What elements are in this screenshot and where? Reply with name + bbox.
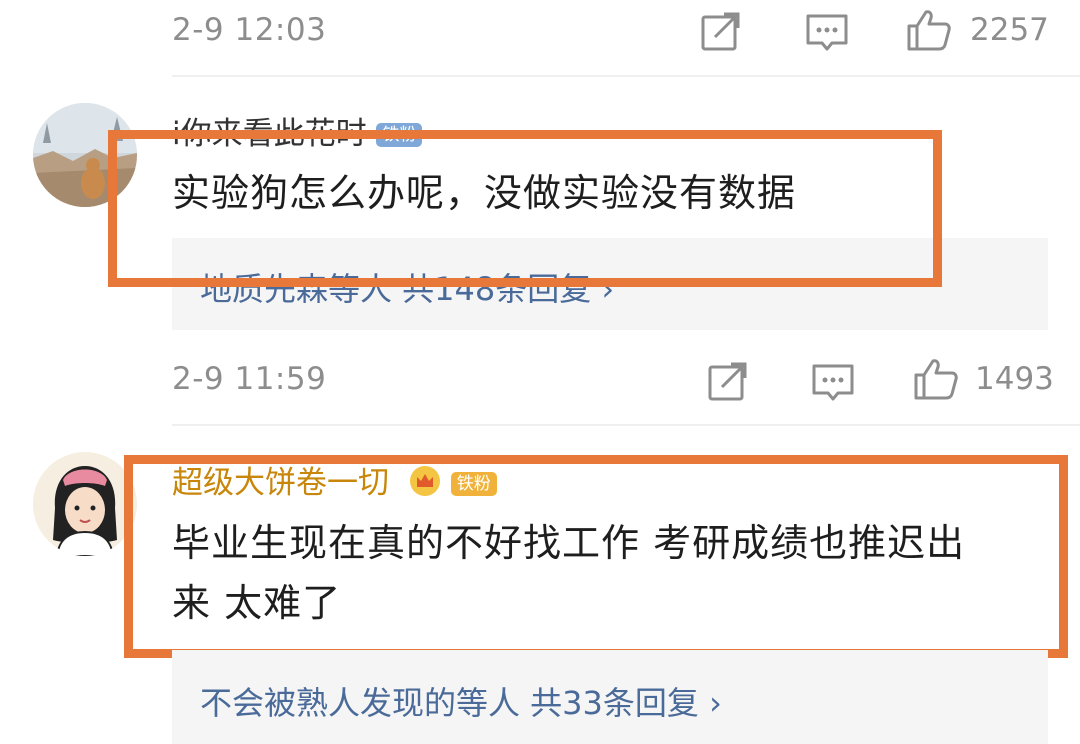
comment-icon[interactable] xyxy=(811,363,855,403)
comment-date: 2-9 11:59 xyxy=(172,361,327,397)
comment-icon[interactable] xyxy=(805,13,849,53)
avatar[interactable] xyxy=(33,452,137,556)
comment-date: 2-9 12:03 xyxy=(172,12,327,48)
like-count: 1493 xyxy=(975,361,1054,397)
highlight-box xyxy=(108,130,942,287)
divider xyxy=(172,75,1080,77)
thumbs-up-icon[interactable] xyxy=(905,8,953,52)
thumbs-up-icon[interactable] xyxy=(912,357,960,401)
reply-summary-link[interactable]: 不会被熟人发现的等人 共33条回复 › xyxy=(200,678,722,724)
share-icon[interactable] xyxy=(707,362,749,402)
weibo-comment-screen: 2-9 12:03 2257 i你来看此花时 铁粉 地质先森等人 共148条回复… xyxy=(0,0,1080,744)
divider xyxy=(172,424,1080,426)
like-count: 2257 xyxy=(970,12,1049,48)
share-icon[interactable] xyxy=(700,12,742,52)
reply-summary-box[interactable]: 不会被熟人发现的等人 共33条回复 › xyxy=(172,650,1048,744)
highlight-box xyxy=(124,455,1068,658)
